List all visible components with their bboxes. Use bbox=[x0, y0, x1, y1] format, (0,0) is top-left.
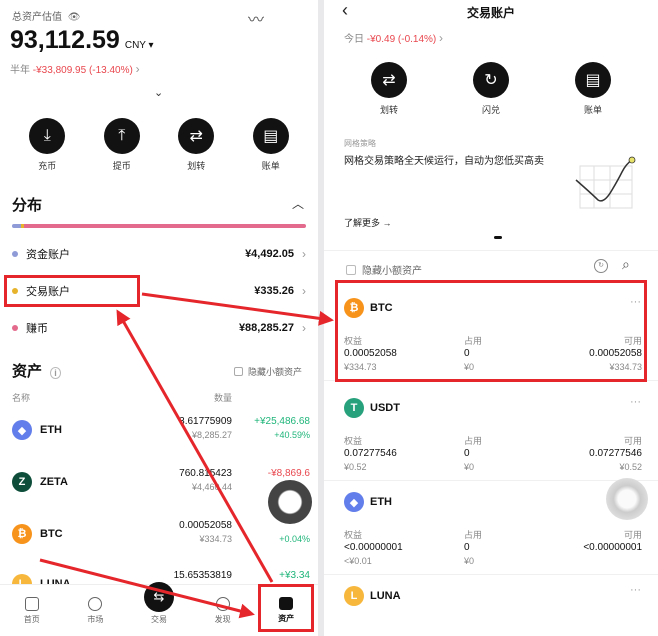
arrow-to-btc-row bbox=[141, 292, 334, 326]
arrow-to-assets-tab bbox=[39, 558, 255, 619]
arrow-to-trading-account bbox=[116, 309, 274, 583]
screenshot-root: 总资产估值 👁 〰 93,112.59 CNY ▾ 半年 -¥33,809.95… bbox=[0, 0, 658, 636]
annotation-arrows bbox=[39, 292, 334, 619]
